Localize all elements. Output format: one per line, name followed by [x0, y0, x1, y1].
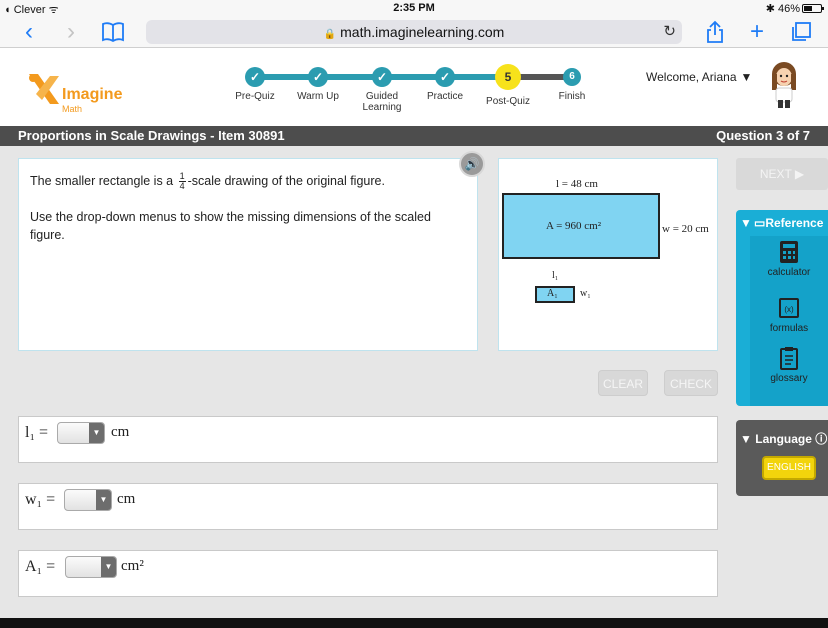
- reference-toggle[interactable]: ▼ ▭Reference: [736, 216, 828, 234]
- bookmarks-icon[interactable]: [100, 19, 126, 45]
- welcome-text: Welcome, Ariana: [646, 70, 737, 84]
- step-post-quiz-current: 5: [495, 64, 521, 90]
- reference-glossary[interactable]: glossary: [750, 346, 828, 384]
- original-width-label: w = 20 cm: [662, 223, 709, 235]
- step-guided-learning-check-icon: ✓: [372, 67, 392, 87]
- question-line-2: Use the drop-down menus to show the miss…: [30, 210, 431, 243]
- clear-button[interactable]: CLEAR: [598, 370, 648, 396]
- original-area-label: A = 960 cm²: [546, 220, 602, 232]
- step-label-post-quiz: Post-Quiz: [486, 96, 530, 107]
- dropdown-arrow-icon: ▼: [101, 557, 116, 577]
- answer-row-width: w₁ = ▼ cm: [18, 483, 718, 530]
- length-dropdown[interactable]: ▼: [57, 422, 105, 444]
- clock: 2:35 PM: [393, 2, 435, 14]
- scaled-length-label: l₁: [552, 270, 559, 281]
- reference-title: Reference: [765, 216, 824, 230]
- step-finish: 6: [563, 68, 581, 86]
- scaled-width-label: w₁: [580, 288, 591, 299]
- area-dropdown[interactable]: ▼: [65, 556, 117, 578]
- avatar[interactable]: [766, 60, 802, 110]
- language-toggle[interactable]: ▼ Language ⓘ: [740, 430, 827, 447]
- battery-percent: 46%: [777, 3, 800, 15]
- battery-icon: [802, 4, 824, 13]
- speaker-icon[interactable]: 🔊: [459, 151, 485, 177]
- step-warm-up-check-icon: ✓: [308, 67, 328, 87]
- scaled-area-label: A₁: [547, 288, 558, 299]
- question-text-after: -scale drawing of the original figure.: [187, 174, 385, 188]
- glossary-icon: [780, 347, 798, 370]
- reference-calculator[interactable]: calculator: [750, 240, 828, 278]
- lesson-title: Proportions in Scale Drawings - Item 308…: [18, 128, 285, 143]
- forward-icon[interactable]: ›: [58, 19, 84, 45]
- step-label-guided-learning: Guided Learning: [362, 91, 402, 113]
- step-label-pre-quiz: Pre-Quiz: [235, 91, 275, 102]
- step-label-practice: Practice: [426, 91, 464, 102]
- app-header: Imagine Math ✓ ✓ ✓ ✓ 5 6 Pre-Quiz Warm U…: [0, 48, 828, 126]
- answer-row-length: l₁ = ▼ cm: [18, 416, 718, 463]
- new-tab-icon[interactable]: +: [744, 19, 770, 45]
- reference-formulas[interactable]: (x) formulas: [750, 296, 828, 334]
- answer-label-width: w₁ =: [25, 491, 56, 508]
- lesson-title-bar: Proportions in Scale Drawings - Item 308…: [0, 126, 828, 146]
- step-practice-check-icon: ✓: [435, 67, 455, 87]
- glossary-label: glossary: [770, 373, 808, 384]
- answer-unit-width: cm: [117, 491, 136, 507]
- user-menu[interactable]: Welcome, Ariana ▼: [646, 70, 752, 84]
- scale-fraction: 14: [178, 172, 186, 192]
- dropdown-caret-icon: ▼: [740, 70, 753, 84]
- original-length-label: l = 48 cm: [556, 178, 598, 190]
- lock-icon: 🔒: [323, 29, 337, 40]
- check-button[interactable]: CHECK: [664, 370, 718, 396]
- battery-status: ✱ 46%: [765, 2, 824, 15]
- formulas-label: formulas: [769, 323, 809, 334]
- step-label-warm-up: Warm Up: [297, 91, 339, 102]
- info-icon[interactable]: ⓘ: [815, 432, 827, 446]
- question-text-before: The smaller rectangle is a: [30, 174, 174, 188]
- share-icon[interactable]: [702, 19, 728, 45]
- dropdown-arrow-icon: ▼: [89, 423, 104, 443]
- step-pre-quiz-check-icon: ✓: [245, 67, 265, 87]
- answer-row-area: A₁ = ▼ cm²: [18, 550, 718, 597]
- collapse-triangle-icon: ▼: [740, 432, 752, 446]
- fraction-denominator: 4: [179, 181, 185, 192]
- imagine-logo-icon: [29, 74, 59, 104]
- reference-book-icon: ▭: [754, 216, 766, 230]
- browser-toolbar: ‹ › 🔒 math.imaginelearning.com ↻ +: [0, 16, 828, 48]
- answer-unit-length: cm: [111, 424, 130, 440]
- collapse-triangle-icon: ▼: [740, 216, 752, 230]
- question-text: The smaller rectangle is a 1 4 -scale draw…: [30, 172, 460, 244]
- language-title: Language: [755, 432, 812, 446]
- svg-text:(x): (x): [784, 305, 794, 314]
- status-bar: ◖ Clever ᯤ 2:35 PM ✱ 46%: [0, 0, 828, 16]
- dropdown-arrow-icon: ▼: [96, 490, 111, 510]
- question-counter: Question 3 of 7: [716, 128, 810, 143]
- reference-heading: ▭Reference: [754, 216, 824, 230]
- english-button[interactable]: ENGLISH: [762, 456, 816, 480]
- step-label-finish: Finish: [558, 91, 586, 102]
- address-bar[interactable]: 🔒 math.imaginelearning.com ↻: [146, 20, 682, 44]
- back-icon[interactable]: ‹: [16, 19, 42, 45]
- answer-label-length: l₁ =: [25, 424, 49, 441]
- formulas-icon: (x): [779, 298, 799, 318]
- answer-label-area: A₁ =: [25, 558, 56, 575]
- answer-unit-area: cm²: [121, 558, 144, 574]
- reload-icon[interactable]: ↻: [663, 20, 676, 44]
- calculator-icon: [780, 241, 798, 263]
- tabs-icon[interactable]: [788, 19, 814, 45]
- calculator-label: calculator: [767, 267, 811, 278]
- logo-name: Imagine: [62, 86, 123, 103]
- logo-subtitle: Math: [62, 104, 83, 114]
- question-line-1: The smaller rectangle is a 1 4 -scale draw…: [30, 172, 460, 191]
- width-dropdown[interactable]: ▼: [64, 489, 112, 511]
- next-button[interactable]: NEXT ▶: [736, 158, 828, 190]
- bottom-bar: [0, 618, 828, 628]
- bluetooth-icon: ✱: [765, 3, 775, 15]
- url-text: math.imaginelearning.com: [340, 24, 505, 40]
